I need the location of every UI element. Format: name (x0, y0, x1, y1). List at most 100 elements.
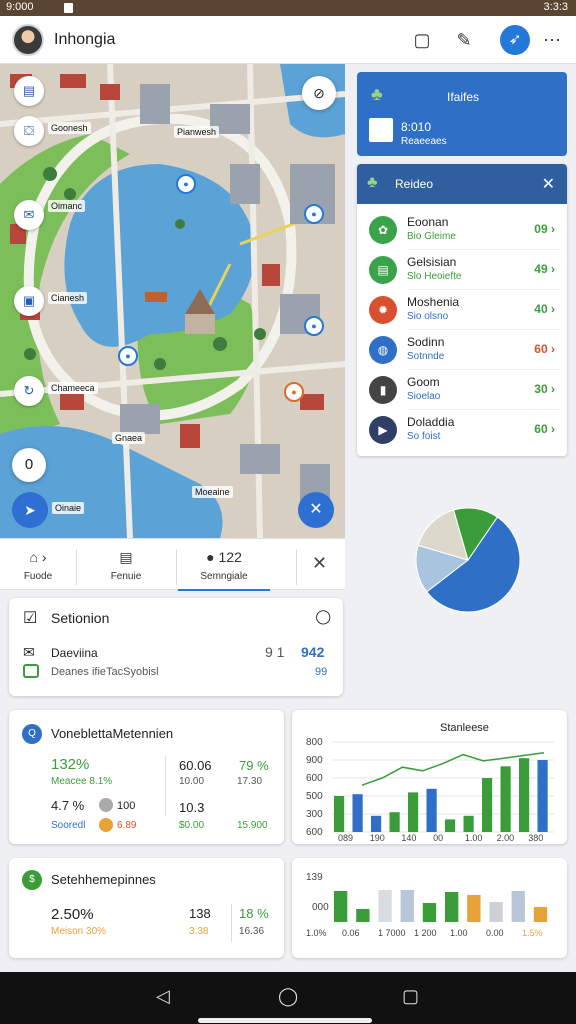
stat-right: 18 % (239, 906, 269, 921)
map-label-3: Chameeca (48, 382, 98, 394)
list-item-title: Goom (407, 375, 440, 389)
row-value-a: 9 1 (265, 644, 285, 660)
bar (356, 909, 370, 922)
list-item-value-text: 40 (534, 302, 548, 316)
tick-label: 300 (306, 809, 323, 820)
card-title: Setionion (51, 610, 110, 626)
bar (400, 890, 414, 922)
map-label-4: Pianwesh (174, 126, 220, 138)
more-icon[interactable]: ⋯ (540, 28, 564, 52)
summary-value: 8:010 (401, 120, 432, 134)
compass-icon[interactable]: ➶ (500, 25, 530, 55)
list-item-value: 40 › (534, 302, 555, 316)
close-icon[interactable]: ✕ (542, 174, 555, 194)
notification-icon (64, 3, 73, 13)
status-time: 9:000 (6, 1, 34, 13)
bar (445, 819, 456, 832)
chevron-right-icon: › (547, 222, 555, 236)
bar (482, 778, 493, 832)
list-icon[interactable]: ▤ (14, 76, 44, 106)
tick-label: 600 (306, 827, 323, 838)
close-icon[interactable]: ✕ (312, 553, 327, 574)
edit-icon[interactable]: ✎ (452, 28, 476, 52)
bar (537, 760, 548, 832)
city-map[interactable]: ▤ ⛋ ✉ ▣ ↻ Goonesh Oimanc Cianesh Chameec… (0, 64, 345, 538)
map-pin-icon[interactable]: ● (304, 316, 324, 336)
location-icon[interactable]: 0 (12, 448, 46, 482)
chart-1: 800 900 600 500 300 600 089 190 140 00 1.00 2.00 380 (306, 737, 554, 843)
list-item-value: 30 › (534, 382, 555, 396)
stat-mid-sub: 3.38 (189, 926, 209, 937)
bar (378, 890, 392, 922)
tick-label: 600 (306, 773, 323, 784)
tab-strip: ⌂ › Fuode ▤ Fenuie ● 122 Semngiale ✕ (0, 538, 345, 591)
list-item[interactable]: ▤ Gelsisian Slo Heoiefte 49 › (357, 250, 567, 290)
bar (422, 903, 437, 922)
list-item[interactable]: ▶ Doladdia So foist 60 › (357, 410, 567, 450)
map-pin-icon[interactable]: ● (118, 346, 138, 366)
route-icon[interactable]: ✕ (298, 492, 334, 528)
bar (334, 796, 345, 832)
map-label-6: Moeaine (192, 486, 233, 498)
stat-right1: 79 % (239, 758, 269, 773)
list-item-value-text: 09 (534, 222, 548, 236)
square-icon[interactable]: ▢ (410, 28, 434, 52)
summary-sub: Reaeeaes (401, 136, 447, 147)
recents-icon[interactable]: ▢ (402, 986, 419, 1007)
system-nav-bar: ◁ ◯ ▢ (0, 972, 576, 1024)
tab-settings[interactable]: ● 122 Semngiale (178, 539, 270, 591)
map-pin-icon[interactable]: ● (176, 174, 196, 194)
stat-mid1: 60.06 (179, 758, 212, 773)
summary-card[interactable]: ♣ Ifaifes 8:010 Reaeeaes (357, 72, 567, 156)
leaf-icon: ♣ (367, 174, 378, 191)
list-panel: ♣ Reideo ✕ ✿ Eoonan Bio Gleime 09 › ▤ Gelsisi… (357, 164, 567, 456)
list-item[interactable]: ◍ Sodinn Sotnnde 60 › (357, 330, 567, 370)
chart-card-2: 139 000 1.0% 0.06 1 7000 1 200 1.00 0.00 1.5% (292, 858, 567, 958)
leaf-icon: ✿ (369, 216, 397, 244)
tick-label: 500 (306, 791, 323, 802)
card-title: Setehhemepinnes (51, 872, 156, 887)
back-icon[interactable]: ◁ (156, 986, 170, 1007)
bar (519, 758, 530, 832)
stats-card-2: $ Setehhemepinnes 2.50% Meison 30% 138 3… (9, 858, 284, 958)
list-item-value: 09 › (534, 222, 555, 236)
home-icon[interactable]: ◯ (278, 986, 298, 1007)
status-icon: $ (22, 870, 42, 890)
bar (463, 815, 474, 832)
row-sub: Deanes ifieTacSyobisl (51, 666, 159, 678)
map-pin-icon[interactable]: ● (284, 382, 304, 402)
refresh-icon[interactable]: ↻ (14, 376, 44, 406)
stats-card-1: Q VoneblettaMetennien 132% Meacee 8.1% 6… (9, 710, 284, 844)
card-title: VoneblettaMetennien (51, 726, 174, 741)
stat-pct1-sub: Meacee 8.1% (51, 776, 113, 787)
green-badge-icon (23, 664, 39, 678)
avatar[interactable] (12, 24, 44, 56)
list-item-sub: Slo Heoiefte (407, 271, 462, 282)
navigation-icon[interactable]: ➤ (12, 492, 48, 528)
stat-pct: 2.50% (51, 906, 94, 923)
map-pin-icon[interactable]: ● (304, 204, 324, 224)
bag-icon[interactable]: ⛋ (14, 116, 44, 146)
list-item-title: Moshenia (407, 295, 460, 309)
tab-value: 122 (218, 549, 242, 565)
info-icon[interactable]: ◯ (315, 608, 331, 625)
tab-home[interactable]: ⌂ › Fuode (0, 539, 76, 591)
chevron-right-icon: › (547, 422, 555, 436)
compass-icon[interactable]: ⊘ (302, 76, 336, 110)
chat-icon[interactable]: ✉ (14, 200, 44, 230)
sub-c: $0.00 (179, 820, 205, 831)
tab-docs[interactable]: ▤ Fenuie (76, 539, 176, 591)
settings-card: ☑ Setionion ◯ ✉ Daeviina 9 1 942 Deanes … (9, 598, 343, 696)
doc-icon: ▤ (369, 256, 397, 284)
tick-label: 2.00 (497, 833, 515, 843)
video-icon: ▶ (369, 416, 397, 444)
doc-icon: ▤ (119, 549, 133, 565)
list-item[interactable]: ▮ Goom Sioelao 30 › (357, 370, 567, 410)
list-item-sub: Sotnnde (407, 351, 445, 362)
tick-label: 1 200 (414, 928, 437, 938)
list-item-value: 49 › (534, 262, 555, 276)
photo-icon[interactable]: ▣ (14, 286, 44, 316)
list-item[interactable]: ✹ Moshenia Sio olsno 40 › (357, 290, 567, 330)
stat-right-sub: 16.36 (239, 926, 265, 937)
list-item[interactable]: ✿ Eoonan Bio Gleime 09 › (357, 210, 567, 250)
